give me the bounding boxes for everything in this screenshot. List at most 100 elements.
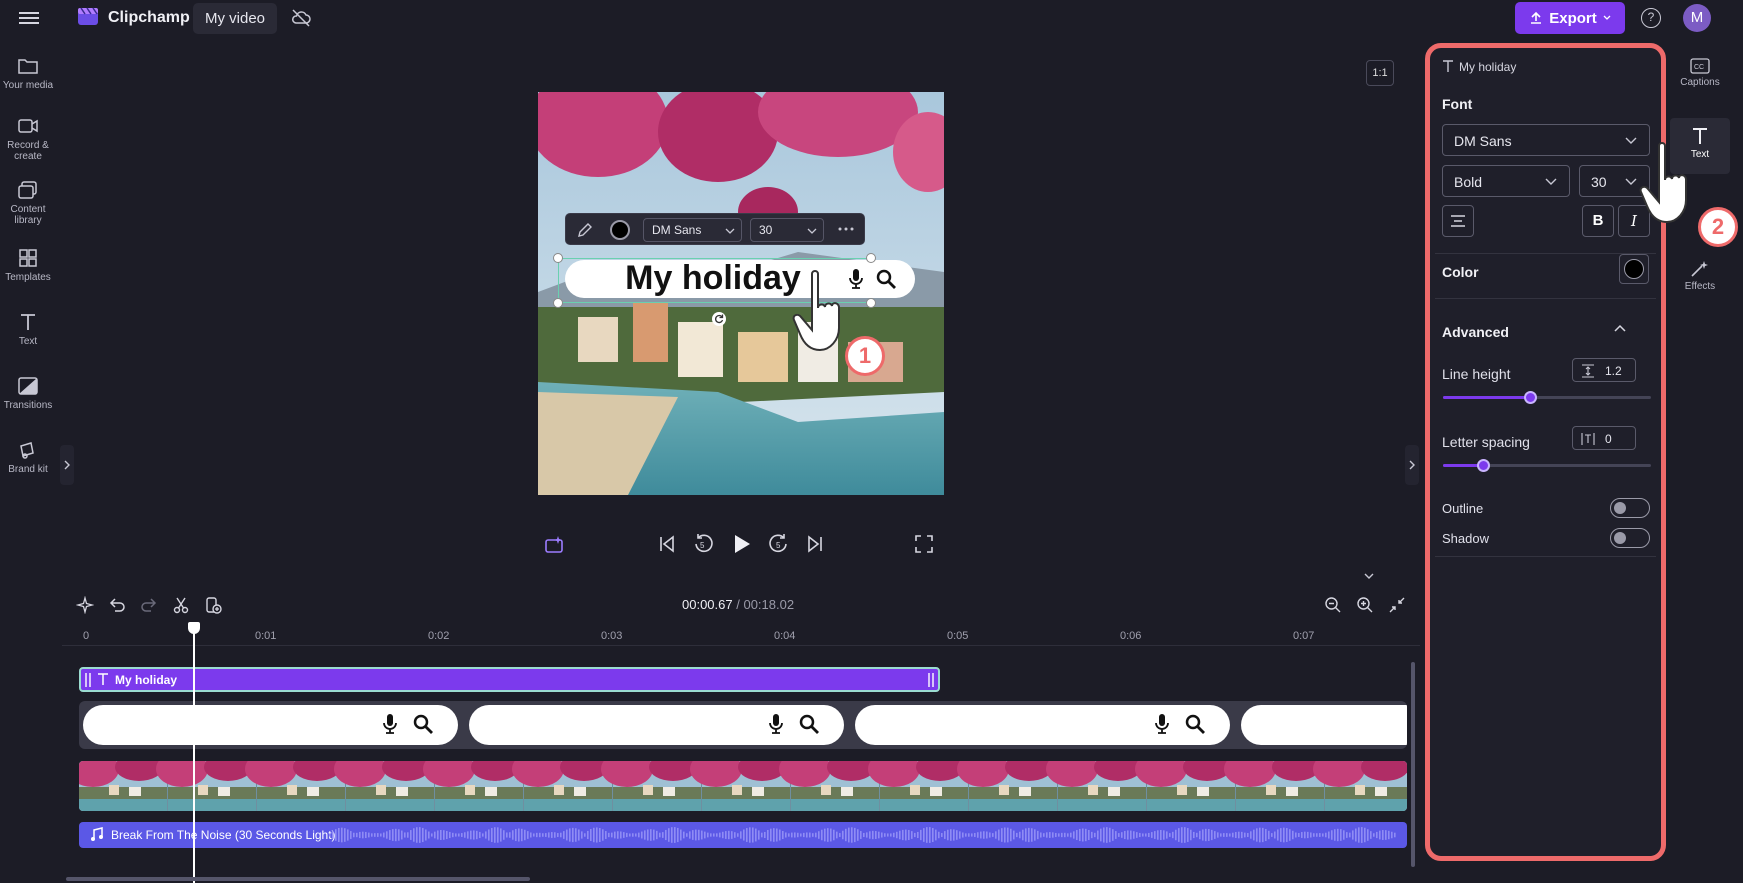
text-align-button[interactable] (1442, 205, 1474, 237)
font-size-dropdown[interactable]: 30 (750, 218, 824, 242)
waveform-bar (827, 828, 829, 842)
slider-knob[interactable] (1524, 391, 1538, 404)
rewind-5s-icon[interactable]: 5 (692, 533, 714, 555)
skip-back-icon[interactable] (657, 534, 677, 554)
waveform-bar (395, 828, 397, 842)
aspect-ratio-button[interactable]: 1:1 (1366, 60, 1394, 86)
timeline-ruler[interactable]: 0 0:01 0:02 0:03 0:04 0:05 0:06 0:07 (62, 626, 1420, 646)
redo-icon[interactable] (140, 596, 158, 614)
waveform-bar (728, 830, 730, 840)
letter-spacing-slider[interactable] (1443, 459, 1651, 472)
text-clip[interactable]: My holiday (79, 667, 940, 692)
color-picker-button[interactable] (1619, 254, 1649, 284)
nav-brand-kit[interactable]: Brand kit (0, 440, 56, 475)
magic-camera-icon[interactable] (544, 534, 566, 556)
zoom-in-icon[interactable] (1356, 596, 1374, 614)
line-height-slider[interactable] (1443, 391, 1651, 404)
add-to-timeline-icon[interactable] (204, 596, 222, 614)
export-button[interactable]: Export (1515, 2, 1625, 34)
resize-handle[interactable] (553, 253, 563, 263)
more-options-icon[interactable] (838, 226, 854, 232)
rotate-handle-icon[interactable] (711, 311, 727, 327)
waveform-bar (581, 831, 583, 839)
sidebar-item-captions[interactable]: CC Captions (1670, 56, 1730, 108)
text-properties-panel: My holiday Font DM Sans Bold 30 B I Colo… (1425, 43, 1666, 861)
video-frame-thumb (957, 761, 1057, 811)
nav-transitions[interactable]: Transitions (0, 376, 56, 411)
waveform-bar (491, 827, 493, 843)
nav-text[interactable]: Text (0, 312, 56, 347)
overlay-thumb (1241, 705, 1407, 745)
waveform-bar (953, 829, 955, 841)
slider-knob[interactable] (1476, 459, 1490, 472)
waveform-bar (782, 830, 784, 840)
chevron-down-icon[interactable] (1362, 571, 1376, 581)
ruler-tick: 0:06 (1120, 630, 1142, 642)
nav-your-media[interactable]: Your media (0, 56, 56, 91)
waveform-bar (1154, 831, 1156, 839)
fullscreen-icon[interactable] (915, 535, 933, 553)
waveform-bar (422, 827, 424, 843)
bold-button[interactable]: B (1582, 205, 1614, 237)
sidebar-item-effects[interactable]: Effects (1670, 258, 1730, 310)
undo-icon[interactable] (108, 596, 126, 614)
expand-left-panel-button[interactable] (60, 445, 74, 485)
timeline-vertical-scrollbar[interactable] (1411, 662, 1415, 867)
waveform-bar (920, 829, 922, 841)
waveform-bar (1271, 833, 1273, 837)
drag-handle-right[interactable] (928, 672, 934, 688)
skip-forward-icon[interactable] (805, 534, 825, 554)
resize-handle[interactable] (866, 298, 876, 308)
overlay-clip[interactable] (79, 701, 1407, 749)
font-family-dropdown[interactable]: DM Sans (1442, 124, 1650, 156)
help-icon[interactable]: ? (1641, 8, 1661, 28)
nav-templates[interactable]: Templates (0, 248, 56, 283)
shadow-toggle[interactable] (1610, 528, 1650, 548)
waveform-bar (1028, 827, 1030, 843)
advanced-section-label[interactable]: Advanced (1442, 324, 1509, 340)
fit-timeline-icon[interactable] (1388, 596, 1406, 614)
playhead[interactable] (193, 622, 195, 883)
resize-handle[interactable] (553, 298, 563, 308)
font-weight-dropdown[interactable]: Bold (1442, 165, 1570, 197)
collapse-right-panel-button[interactable] (1405, 445, 1419, 485)
audio-clip-label: Break From The Noise (30 Seconds Light) (111, 828, 336, 842)
play-icon[interactable] (731, 532, 753, 556)
music-note-icon (91, 827, 103, 841)
waveform-bar (521, 828, 523, 842)
scissors-icon[interactable] (172, 596, 190, 614)
cloud-offline-icon[interactable] (291, 9, 311, 27)
zoom-out-icon[interactable] (1324, 596, 1342, 614)
waveform-bar (656, 830, 658, 840)
waveform-bar (1031, 828, 1033, 842)
nav-content-library[interactable]: Content library (0, 180, 56, 226)
font-family-dropdown[interactable]: DM Sans (643, 218, 742, 242)
drag-handle-left[interactable] (85, 672, 91, 688)
waveform-bar (1277, 829, 1279, 841)
video-frame-thumb (512, 761, 612, 811)
magic-edit-icon[interactable] (76, 596, 94, 614)
menu-icon[interactable] (19, 9, 39, 27)
nav-record-create[interactable]: Record & create (0, 116, 56, 162)
playhead-handle[interactable] (188, 622, 200, 634)
audio-clip[interactable]: Break From The Noise (30 Seconds Light) (79, 822, 1407, 848)
resize-handle[interactable] (866, 253, 876, 263)
project-title[interactable]: My video (193, 3, 278, 34)
waveform-bar (716, 833, 718, 837)
pencil-icon[interactable] (576, 221, 594, 239)
video-clip[interactable] (79, 761, 1407, 811)
outline-toggle[interactable] (1610, 498, 1650, 518)
waveform-bar (1094, 832, 1096, 838)
ruler-tick: 0:07 (1293, 630, 1315, 642)
font-section-label: Font (1442, 96, 1473, 112)
waveform-bar (1349, 832, 1351, 838)
text-color-swatch[interactable] (610, 220, 630, 240)
waveform-bar (1007, 827, 1009, 843)
waveform-bar (1196, 832, 1198, 838)
avatar[interactable]: M (1683, 4, 1711, 32)
line-height-input[interactable]: 1.2 (1572, 358, 1636, 382)
timeline-horizontal-scrollbar[interactable] (66, 877, 530, 881)
letter-spacing-input[interactable]: 0 (1572, 426, 1636, 450)
chevron-up-icon[interactable] (1613, 322, 1627, 336)
forward-5s-icon[interactable]: 5 (768, 533, 790, 555)
